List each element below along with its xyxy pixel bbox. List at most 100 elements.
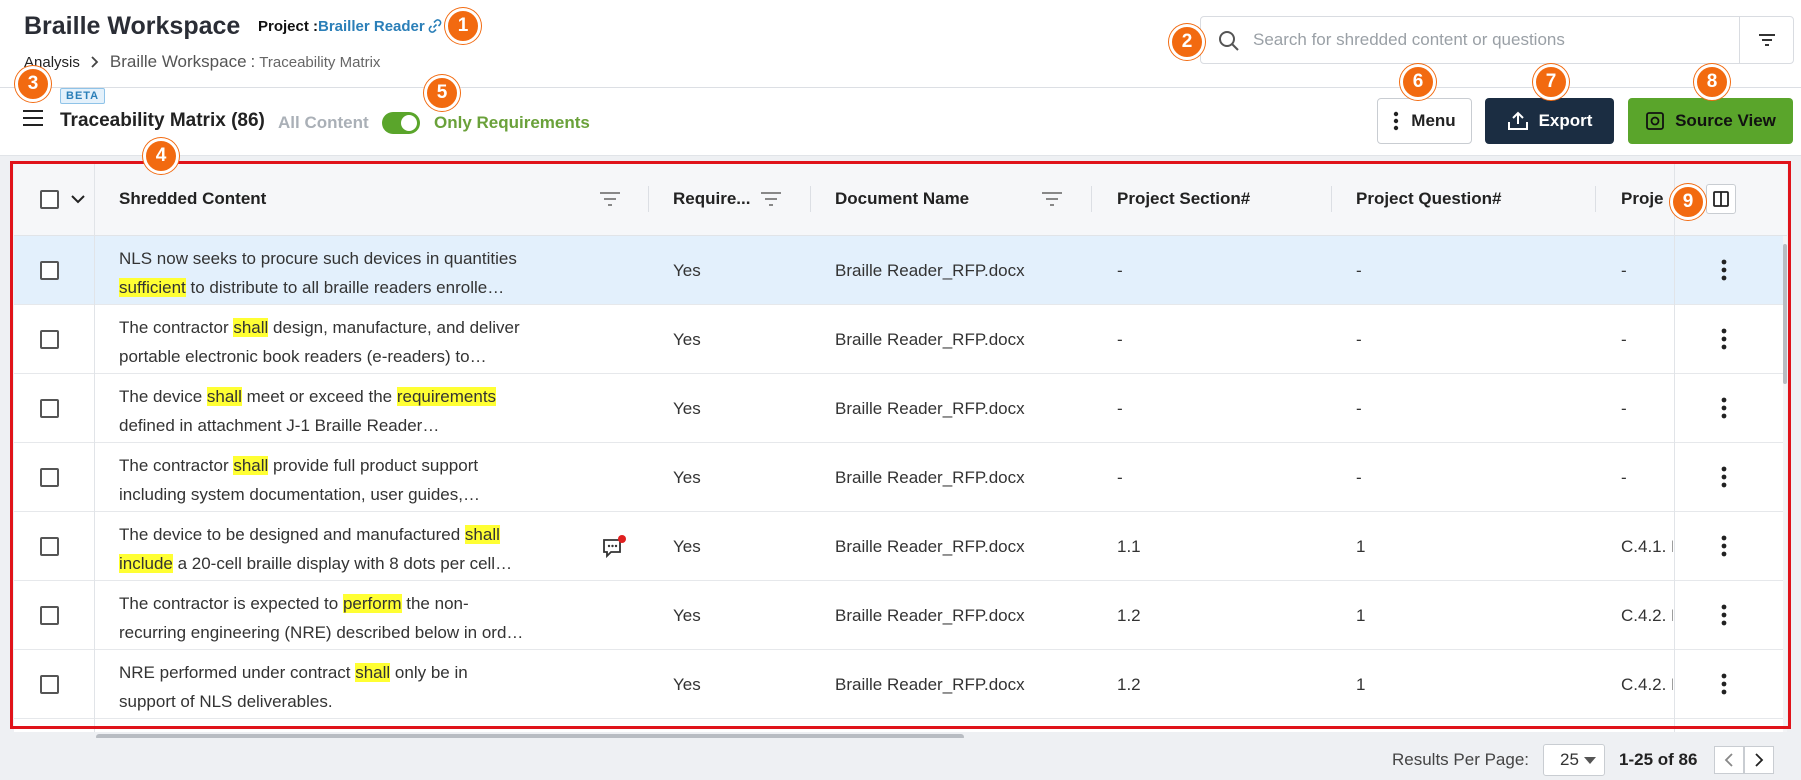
traceability-table: Shredded Content Require... Document Nam…	[14, 162, 1787, 732]
hamburger-icon[interactable]	[22, 109, 44, 127]
shredded-content-line: The device to be designed and manufactur…	[119, 520, 569, 549]
highlighted-keyword: sufficient	[119, 278, 186, 297]
row-checkbox[interactable]	[40, 399, 59, 418]
project-question-cell: -	[1356, 329, 1362, 349]
document-name-cell: Braille Reader_RFP.docx	[835, 260, 1025, 280]
content-text: including system documentation, user gui…	[119, 485, 480, 504]
row-kebab-icon[interactable]	[1720, 672, 1728, 696]
content-text: provide full product support	[268, 456, 479, 475]
content-text: a 20-cell braille display with 8 dots pe…	[172, 554, 513, 573]
row-kebab-icon[interactable]	[1720, 603, 1728, 627]
highlighted-keyword: shall	[355, 663, 391, 682]
export-button[interactable]: Export	[1485, 98, 1614, 144]
column-document-name[interactable]: Document Name	[835, 162, 1035, 236]
app-title: Braille Workspace	[24, 12, 241, 40]
column-project[interactable]: Proje	[1621, 162, 1673, 236]
search-input[interactable]	[1253, 17, 1733, 63]
shredded-content-cell[interactable]: The contractor is expected to perform th…	[119, 589, 569, 647]
row-checkbox[interactable]	[40, 330, 59, 349]
shredded-content-line: The contractor shall design, manufacture…	[119, 313, 569, 342]
shredded-content-cell[interactable]: NLS now seeks to procure such devices in…	[119, 244, 569, 302]
source-view-button[interactable]: Source View	[1628, 98, 1793, 144]
only-requirements-option[interactable]: Only Requirements	[434, 113, 590, 133]
highlighted-keyword: shall	[233, 456, 269, 475]
row-kebab-icon[interactable]	[1720, 327, 1728, 351]
requirement-cell: Yes	[673, 467, 701, 487]
shredded-content-cell[interactable]: The device shall meet or exceed the requ…	[119, 382, 569, 440]
row-checkbox-cell	[40, 443, 59, 512]
row-checkbox[interactable]	[40, 537, 59, 556]
table-row[interactable]: The contractor shall design, manufacture…	[14, 305, 1787, 374]
next-page-button[interactable]	[1744, 746, 1774, 774]
column-project-section[interactable]: Project Section#	[1117, 162, 1317, 236]
content-text: The device to be designed and manufactur…	[119, 525, 465, 544]
column-shredded-content[interactable]: Shredded Content	[119, 162, 519, 236]
row-checkbox[interactable]	[40, 675, 59, 694]
shredded-content-cell[interactable]: The contractor shall provide full produc…	[119, 451, 569, 509]
content-text: defined in attachment J-1 Braille Reader…	[119, 416, 440, 435]
shredded-content-line: include a 20-cell braille display with 8…	[119, 549, 569, 578]
row-checkbox[interactable]	[40, 261, 59, 280]
column-separator	[1331, 186, 1332, 212]
annotation-badge-4: 4	[143, 138, 179, 174]
shredded-content-cell[interactable]: The contractor shall design, manufacture…	[119, 313, 569, 371]
column-requirement[interactable]: Require...	[673, 162, 758, 236]
table-row[interactable]: The contractor is expected to perform th…	[14, 581, 1787, 650]
row-kebab-icon[interactable]	[1720, 465, 1728, 489]
annotation-badge-6: 6	[1400, 64, 1436, 100]
requirement-cell: Yes	[673, 260, 701, 280]
highlighted-keyword: shall	[233, 318, 269, 337]
table-row[interactable]: The device shall meet or exceed the requ…	[14, 374, 1787, 443]
menu-button[interactable]: Menu	[1377, 98, 1472, 144]
results-per-page-select[interactable]: 25	[1543, 744, 1605, 776]
eye-icon	[1646, 112, 1664, 130]
content-text: NRE performed under contract	[119, 663, 356, 682]
toolbar: BETA Traceability Matrix (86) All Conten…	[0, 88, 1801, 156]
filter-icon	[1758, 34, 1775, 46]
row-checkbox-cell	[40, 374, 59, 443]
table-row[interactable]: NLS now seeks to procure such devices in…	[14, 236, 1787, 305]
project-cell: -	[1621, 467, 1627, 487]
row-checkbox-cell	[40, 650, 59, 719]
row-kebab-icon[interactable]	[1720, 396, 1728, 420]
requirement-cell: Yes	[673, 674, 701, 694]
caret-down-icon	[1584, 757, 1596, 764]
row-checkbox[interactable]	[40, 468, 59, 487]
row-checkbox[interactable]	[40, 606, 59, 625]
link-icon[interactable]	[427, 18, 443, 34]
table-row[interactable]: The contractor shall provide full produc…	[14, 443, 1787, 512]
project-section-cell: -	[1117, 467, 1123, 487]
project-cell: -	[1621, 329, 1627, 349]
previous-page-button[interactable]	[1714, 746, 1744, 774]
vertical-scrollbar-thumb[interactable]	[1783, 244, 1787, 384]
all-content-option[interactable]: All Content	[278, 113, 369, 133]
filter-icon[interactable]	[599, 190, 621, 208]
row-kebab-icon[interactable]	[1720, 534, 1728, 558]
shredded-content-line: portable electronic book readers (e-read…	[119, 342, 569, 371]
column-toggle-button[interactable]	[1706, 184, 1736, 214]
filter-icon[interactable]	[760, 190, 782, 208]
select-all-checkbox[interactable]	[40, 189, 59, 209]
project-link[interactable]: Brailler Reader	[318, 18, 425, 35]
table-row[interactable]: The device to be designed and manufactur…	[14, 512, 1787, 581]
table-row[interactable]: NRE performed under contract shall only …	[14, 650, 1787, 719]
row-checkbox-cell	[40, 236, 59, 305]
annotation-badge-8: 8	[1694, 64, 1730, 100]
annotation-badge-7: 7	[1533, 64, 1569, 100]
column-project-question[interactable]: Project Question#	[1356, 162, 1576, 236]
search-box	[1200, 16, 1794, 64]
project-section-cell: -	[1117, 329, 1123, 349]
chevron-down-icon[interactable]	[71, 194, 85, 204]
highlighted-keyword: include	[119, 554, 173, 573]
filter-icon[interactable]	[1041, 190, 1063, 208]
shredded-content-cell[interactable]: The device to be designed and manufactur…	[119, 520, 569, 578]
content-toggle[interactable]	[382, 112, 420, 134]
project-question-cell: -	[1356, 260, 1362, 280]
chevron-right-icon	[1755, 753, 1764, 767]
row-kebab-icon[interactable]	[1720, 258, 1728, 282]
search-filter-button[interactable]	[1739, 17, 1793, 63]
comment-icon[interactable]	[601, 534, 627, 560]
traceability-matrix-title: Traceability Matrix (86)	[60, 110, 265, 131]
shredded-content-cell[interactable]: NRE performed under contract shall only …	[119, 658, 569, 716]
document-name-cell: Braille Reader_RFP.docx	[835, 674, 1025, 694]
